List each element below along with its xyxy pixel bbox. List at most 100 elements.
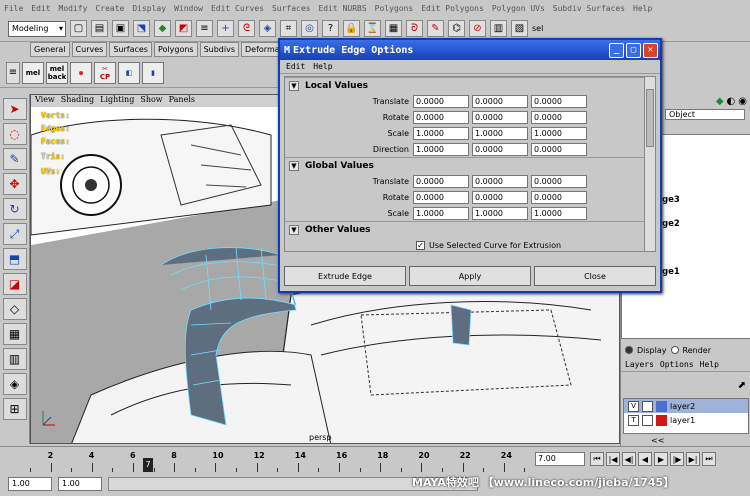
menu-item-edit-polygons[interactable]: Edit Polygons bbox=[421, 4, 484, 13]
select-object-icon[interactable]: ◆ bbox=[154, 20, 171, 37]
cylinder-icon[interactable]: ▮ bbox=[142, 61, 164, 84]
tab-surfaces[interactable]: Surfaces bbox=[109, 42, 152, 57]
render-icon[interactable]: ▦ bbox=[385, 20, 402, 37]
menu-item-surfaces[interactable]: Surfaces bbox=[272, 4, 311, 13]
go-start-icon[interactable]: ⏮ bbox=[590, 452, 604, 466]
local-values-section[interactable]: ▼ Local Values bbox=[285, 77, 647, 93]
play-forward-icon[interactable]: ▶ bbox=[654, 452, 668, 466]
maximize-icon[interactable]: ▢ bbox=[626, 42, 641, 58]
menu-item-polygon-uvs[interactable]: Polygon UVs bbox=[492, 4, 545, 13]
save-scene-icon[interactable]: ▣ bbox=[112, 20, 129, 37]
move-tool-icon[interactable]: ✥ bbox=[2, 173, 27, 195]
outliner-settings-icon[interactable]: ◉ bbox=[738, 96, 747, 107]
tab-polygons[interactable]: Polygons bbox=[153, 42, 198, 57]
close-icon[interactable]: ✕ bbox=[643, 42, 658, 58]
menu-item-edit[interactable]: Edit bbox=[31, 4, 50, 13]
go-end-icon[interactable]: ⏭ bbox=[702, 452, 716, 466]
attribute-icon[interactable]: ⊘ bbox=[469, 20, 486, 37]
global-rotate-field-x[interactable]: 0.0000 bbox=[413, 190, 469, 204]
snap-curve-icon[interactable]: ᘓ bbox=[238, 20, 255, 37]
menu-item-polygons[interactable]: Polygons bbox=[375, 4, 414, 13]
manipulator-icon[interactable]: ⬒ bbox=[2, 248, 27, 270]
outliner-sphere-icon[interactable]: ◐ bbox=[727, 96, 736, 107]
menu-item-subdiv-surfaces[interactable]: Subdiv Surfaces bbox=[553, 4, 625, 13]
template-toggle[interactable] bbox=[642, 414, 653, 426]
hypershade-layout-icon[interactable]: ⊞ bbox=[2, 398, 27, 420]
select-component-icon[interactable]: ◩ bbox=[175, 20, 192, 37]
range-start-field[interactable]: 1.00 bbox=[8, 477, 52, 491]
local-direction-field-z[interactable]: 0.0000 bbox=[531, 142, 587, 156]
collapse-icon[interactable]: ▼ bbox=[289, 80, 299, 91]
step-back-key-icon[interactable]: |◀ bbox=[606, 452, 620, 466]
apply-button[interactable]: Apply bbox=[409, 266, 531, 286]
local-rotate-field-x[interactable]: 0.0000 bbox=[413, 110, 469, 124]
object-field[interactable]: Object bbox=[665, 108, 745, 120]
lasso-tool-icon[interactable]: ◌ bbox=[2, 123, 27, 145]
layer-menu-options[interactable]: Options bbox=[660, 360, 694, 369]
local-rotate-field-z[interactable]: 0.0000 bbox=[531, 110, 587, 124]
play-back-icon[interactable]: ◀ bbox=[638, 452, 652, 466]
menu-item-modify[interactable]: Modify bbox=[59, 4, 88, 13]
viewport-menu-view[interactable]: View bbox=[35, 95, 55, 107]
other-values-section[interactable]: ▼ Other Values bbox=[285, 221, 647, 237]
menu-item-window[interactable]: Window bbox=[174, 4, 203, 13]
viewport-menu-panels[interactable]: Panels bbox=[169, 95, 195, 107]
mel-script-icon[interactable]: mel bbox=[22, 61, 44, 84]
help-icon[interactable]: ? bbox=[322, 20, 339, 37]
global-translate-field-z[interactable]: 0.0000 bbox=[531, 174, 587, 188]
local-direction-field-x[interactable]: 1.0000 bbox=[413, 142, 469, 156]
menu-item-help[interactable]: Help bbox=[633, 4, 652, 13]
menu-item-edit-nurbs[interactable]: Edit NURBS bbox=[318, 4, 366, 13]
cube-icon[interactable]: ◧ bbox=[118, 61, 140, 84]
panel-icon[interactable]: ▧ bbox=[511, 20, 528, 37]
layer-menu-layers[interactable]: Layers bbox=[625, 360, 654, 369]
menu-item-display[interactable]: Display bbox=[132, 4, 166, 13]
ipr-render-icon[interactable]: ᘐ bbox=[406, 20, 423, 37]
tab-general[interactable]: General bbox=[30, 42, 70, 57]
mel-back-icon[interactable]: mel back bbox=[46, 61, 68, 84]
current-time-field[interactable]: 7.00 bbox=[535, 452, 585, 466]
layer-name[interactable]: layer1 bbox=[670, 416, 695, 425]
step-forward-icon[interactable]: |▶ bbox=[670, 452, 684, 466]
global-translate-field-y[interactable]: 0.0000 bbox=[472, 174, 528, 188]
render-radio[interactable] bbox=[670, 346, 679, 354]
render-settings-icon[interactable]: ✎ bbox=[427, 20, 444, 37]
local-translate-field-y[interactable]: 0.0000 bbox=[472, 94, 528, 108]
viewport-menu-shading[interactable]: Shading bbox=[61, 95, 94, 107]
close-button[interactable]: Close bbox=[534, 266, 656, 286]
layer-menu-help[interactable]: Help bbox=[700, 360, 719, 369]
layer-row[interactable]: Tlayer1 bbox=[624, 413, 748, 427]
mask-icon[interactable]: ≡ bbox=[196, 20, 213, 37]
mode-dropdown[interactable]: Modeling bbox=[8, 20, 66, 37]
layer-nav[interactable]: << bbox=[651, 436, 664, 445]
collapse-icon[interactable]: ▼ bbox=[289, 160, 299, 171]
layout-icon[interactable]: ▥ bbox=[490, 20, 507, 37]
select-tool-icon[interactable]: ➤ bbox=[2, 98, 27, 120]
dialog-menu-help[interactable]: Help bbox=[313, 62, 332, 71]
outliner-layout-icon[interactable]: ▥ bbox=[2, 348, 27, 370]
local-scale-field-x[interactable]: 1.0000 bbox=[413, 126, 469, 140]
local-translate-field-x[interactable]: 0.0000 bbox=[413, 94, 469, 108]
viewport-menu-lighting[interactable]: Lighting bbox=[100, 95, 134, 107]
outliner-nav-icon[interactable]: ◆ bbox=[716, 96, 724, 107]
layer-row[interactable]: Vlayer2 bbox=[624, 399, 748, 413]
global-rotate-field-z[interactable]: 0.0000 bbox=[531, 190, 587, 204]
menu-item-create[interactable]: Create bbox=[95, 4, 124, 13]
local-scale-field-z[interactable]: 1.0000 bbox=[531, 126, 587, 140]
layer-name[interactable]: layer2 bbox=[670, 402, 695, 411]
layer-color-swatch[interactable] bbox=[656, 400, 667, 412]
last-tool-icon[interactable]: ◪ bbox=[2, 273, 27, 295]
menu-item-edit-curves[interactable]: Edit Curves bbox=[211, 4, 264, 13]
select-hierarchy-icon[interactable]: ⬔ bbox=[133, 20, 150, 37]
new-layer-icon[interactable]: ⬈ bbox=[738, 380, 746, 391]
scale-tool-icon[interactable]: ⤢ bbox=[2, 223, 27, 245]
global-scale-field-y[interactable]: 1.0000 bbox=[472, 206, 528, 220]
menu-item-file[interactable]: File bbox=[4, 4, 23, 13]
open-scene-icon[interactable]: ▤ bbox=[91, 20, 108, 37]
snap-view-icon[interactable]: ⌗ bbox=[280, 20, 297, 37]
time-slider[interactable]: 2 4 6 8 10 12 14 16 18 20 22 24 7 7.00 ⏮ |◀ ◀| ◀ ▶ … bbox=[0, 446, 750, 473]
lock-icon[interactable]: 🔒 bbox=[343, 20, 360, 37]
visibility-toggle[interactable]: V bbox=[628, 400, 639, 412]
graph-layout-icon[interactable]: ◈ bbox=[2, 373, 27, 395]
snap-surface-icon[interactable]: ◎ bbox=[301, 20, 318, 37]
